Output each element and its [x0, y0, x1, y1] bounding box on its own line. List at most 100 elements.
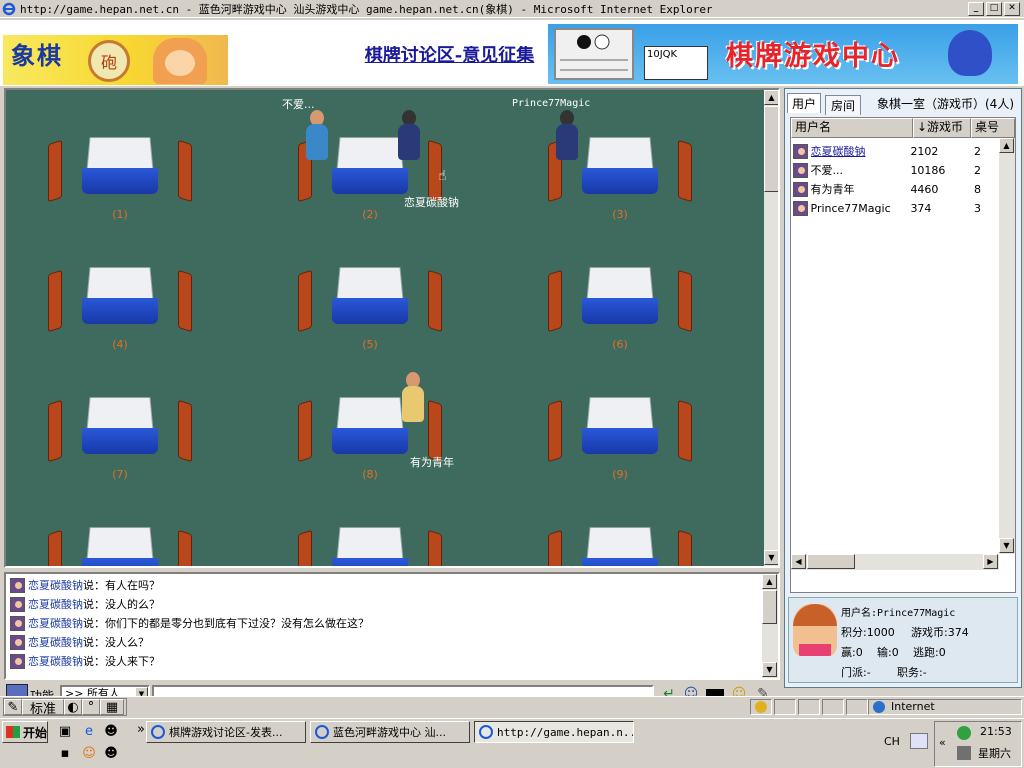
user-list-vscrollbar[interactable]: ▲ ▼ [999, 138, 1015, 554]
keyboard-icon[interactable]: ▦ [100, 699, 124, 715]
ime-mode[interactable]: 标准 [22, 699, 64, 717]
table-number: (4) [112, 338, 128, 351]
qq2-icon[interactable]: ☻ [102, 745, 120, 763]
chat-sender[interactable]: 恋夏碳酸钠 [28, 596, 83, 612]
game-table[interactable]: (7) [46, 384, 196, 494]
col-coins[interactable]: ↓游戏币 [913, 118, 971, 138]
task-button-gamecenter[interactable]: 蓝色河畔游戏中心 汕... [310, 721, 470, 743]
right-chair[interactable] [428, 399, 442, 463]
user-scroll-left-button[interactable]: ◀ [791, 554, 806, 569]
network-icon[interactable] [957, 726, 971, 740]
right-chair[interactable] [428, 529, 442, 566]
left-chair[interactable] [548, 529, 562, 566]
room-scrollbar[interactable]: ▲ ▼ [764, 90, 778, 566]
right-chair[interactable] [178, 139, 192, 203]
user-scroll-up-button[interactable]: ▲ [999, 138, 1014, 153]
user-table: 2 [974, 144, 982, 158]
right-chair[interactable] [678, 529, 692, 566]
maximize-button[interactable]: □ [986, 1, 1002, 16]
game-center-ad[interactable]: 10JQK 棋牌游戏中心 [548, 24, 1018, 84]
left-chair[interactable] [298, 529, 312, 566]
scroll-up-button[interactable]: ▲ [764, 90, 778, 105]
player-name-t3-top[interactable]: Prince77Magic [512, 98, 590, 109]
chat-sender[interactable]: 恋夏碳酸钠 [28, 653, 83, 669]
game-table[interactable]: (1) [46, 124, 196, 234]
col-username[interactable]: 用户名 [791, 118, 913, 138]
user-row[interactable]: 不爱... 10186 2 [793, 161, 999, 179]
task-button-current[interactable]: http://game.hepan.n... [474, 721, 634, 743]
game-table[interactable] [296, 514, 446, 566]
user-row[interactable]: 恋夏碳酸钠 2102 2 [793, 142, 999, 160]
close-button[interactable]: ✕ [1004, 1, 1020, 16]
user-list-hscrollbar[interactable]: ◀ ▶ [791, 554, 999, 570]
clock[interactable]: 21:53 [980, 725, 1012, 738]
left-chair[interactable] [548, 399, 562, 463]
table-image [82, 526, 158, 566]
left-chair[interactable] [548, 269, 562, 333]
right-chair[interactable] [678, 269, 692, 333]
game-table[interactable]: (5) [296, 254, 446, 364]
bird-mascot-image [948, 30, 992, 76]
half-width-icon[interactable]: ◐ [64, 699, 82, 715]
chat-scroll-thumb[interactable] [762, 590, 777, 624]
right-chair[interactable] [178, 399, 192, 463]
xiangqi-logo[interactable]: 象棋 砲 [3, 35, 228, 85]
left-chair[interactable] [48, 139, 62, 203]
volume-icon[interactable] [957, 746, 971, 760]
profile-losses: 输:0 [877, 646, 899, 659]
user-row[interactable]: 有为青年 4460 8 [793, 180, 999, 198]
game-table[interactable]: (9) [546, 384, 696, 494]
user-scroll-right-button[interactable]: ▶ [983, 554, 998, 569]
game-table[interactable]: (4) [46, 254, 196, 364]
task-button-forum[interactable]: 棋牌游戏讨论区-发表... [146, 721, 306, 743]
qq-icon[interactable]: ☻ [102, 723, 120, 741]
tab-rooms[interactable]: 房间 [825, 95, 861, 115]
scroll-thumb[interactable] [764, 106, 778, 192]
user-scroll-down-button[interactable]: ▼ [999, 538, 1014, 553]
user-hscroll-thumb[interactable] [807, 554, 855, 569]
chat-sender[interactable]: 恋夏碳酸钠 [28, 634, 83, 650]
left-chair[interactable] [48, 399, 62, 463]
right-chair[interactable] [428, 269, 442, 333]
player-name-t2-top[interactable]: 不爱... [282, 96, 315, 112]
start-button[interactable]: 开始 [2, 721, 48, 743]
desktop-icon[interactable]: ▣ [56, 723, 74, 741]
punctuation-icon[interactable]: ° [82, 699, 100, 715]
player-name-t2-bottom[interactable]: 恋夏碳酸钠 [404, 194, 459, 210]
user-row[interactable]: Prince77Magic 374 3 [793, 199, 999, 217]
title-bar[interactable]: http://game.hepan.net.cn - 蓝色河畔游戏中心 汕头游戏… [0, 0, 1024, 18]
ime-toolbar[interactable]: ✎ 标准 ◐ ° ▦ [3, 698, 127, 717]
chat-scroll-up-button[interactable]: ▲ [762, 574, 777, 589]
left-chair[interactable] [298, 399, 312, 463]
left-chair[interactable] [48, 269, 62, 333]
left-chair[interactable] [48, 529, 62, 566]
forum-link[interactable]: 棋牌讨论区-意见征集 [352, 46, 547, 86]
right-chair[interactable] [678, 399, 692, 463]
right-chair[interactable] [178, 269, 192, 333]
right-chair[interactable] [178, 529, 192, 566]
task-label: http://game.hepan.n... [497, 725, 634, 739]
player-name-t8-bottom[interactable]: 有为青年 [410, 454, 454, 470]
media-icon[interactable]: ▪ [56, 745, 74, 763]
right-chair[interactable] [678, 139, 692, 203]
scroll-down-button[interactable]: ▼ [764, 550, 778, 565]
chat-scrollbar[interactable]: ▲ ▼ [762, 574, 778, 678]
security-icon [755, 701, 767, 713]
ime-tray-icon[interactable] [910, 733, 928, 749]
game-table[interactable] [546, 514, 696, 566]
game-table[interactable]: (6) [546, 254, 696, 364]
game-table[interactable] [46, 514, 196, 566]
chat-sender[interactable]: 恋夏碳酸钠 [28, 615, 83, 631]
language-indicator[interactable]: CH [884, 735, 900, 748]
user-coins: 374 [910, 201, 932, 215]
chat-sender[interactable]: 恋夏碳酸钠 [28, 577, 83, 593]
tab-users[interactable]: 用户 [787, 93, 821, 113]
col-table[interactable]: 桌号 [971, 118, 1015, 138]
minimize-button[interactable]: _ [968, 1, 984, 16]
messenger-icon[interactable]: ☺ [80, 745, 98, 763]
ie-quicklaunch-icon[interactable]: e [80, 723, 98, 741]
tray-chevron[interactable]: « [939, 736, 946, 749]
chat-scroll-down-button[interactable]: ▼ [762, 662, 777, 677]
left-chair[interactable] [298, 269, 312, 333]
ime-logo-icon[interactable]: ✎ [4, 699, 22, 715]
